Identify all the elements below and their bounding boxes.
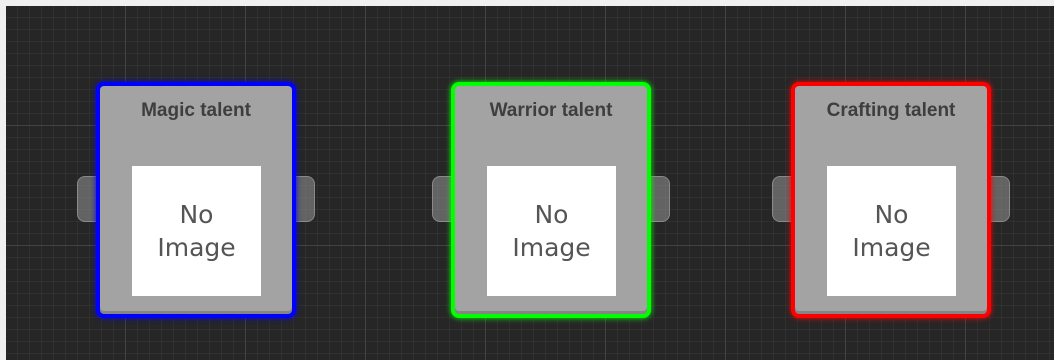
node-warrior-talent[interactable]: Warrior talent No Image [451,82,651,318]
node-title: Magic talent [141,100,251,121]
node-body: Warrior talent No Image [455,86,647,314]
placeholder-text-line1: No [179,200,214,229]
node-body: Crafting talent No Image [795,86,987,314]
placeholder-text-line2: Image [852,233,931,262]
placeholder-text-line2: Image [157,233,236,262]
placeholder-text-line2: Image [512,233,591,262]
image-placeholder: No Image [132,166,261,296]
image-placeholder: No Image [827,166,956,296]
node-body: Magic talent No Image [100,86,292,314]
placeholder-text-line1: No [534,200,569,229]
node-title: Crafting talent [826,100,956,121]
node-graph-canvas[interactable]: Magic talent No Image Warrior talent No … [6,6,1054,360]
node-title: Warrior talent [489,100,613,121]
node-crafting-talent[interactable]: Crafting talent No Image [791,82,991,318]
placeholder-text-line1: No [874,200,909,229]
node-magic-talent[interactable]: Magic talent No Image [96,82,296,318]
image-placeholder: No Image [487,166,616,296]
